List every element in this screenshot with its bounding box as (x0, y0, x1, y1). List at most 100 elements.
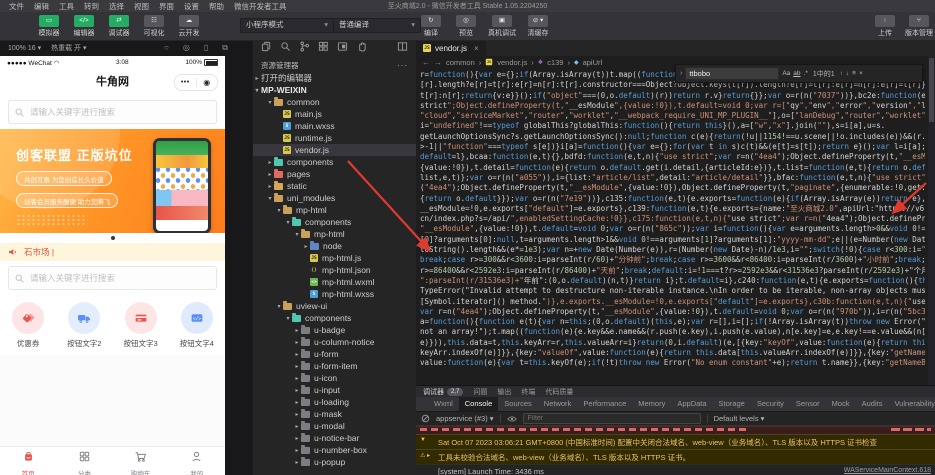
quick-action-4[interactable]: </> 按钮文字4 (169, 302, 225, 349)
next-match-icon[interactable]: ↓ (846, 70, 849, 77)
find-expand-icon[interactable]: › (680, 70, 682, 77)
tree-item-u-number-box[interactable]: ▸ u-number-box (253, 444, 416, 456)
toolbar-button-版本管理[interactable]: ⑂ 版本管理 (905, 13, 933, 38)
tree-item-static[interactable]: ▸ static (253, 180, 416, 192)
devtools-tab-sensor[interactable]: Sensor (790, 397, 826, 411)
project-root[interactable]: ▾ MP-WEIXIN (253, 84, 416, 96)
tree-item-main.wxss[interactable]: Smain.wxss (253, 120, 416, 132)
toolbar-button-可视化[interactable]: ☷ 可视化 (141, 13, 167, 38)
branch-icon[interactable] (299, 40, 310, 57)
console-row[interactable]: ▼ Sat Oct 07 2023 03:06:21 GMT+0800 (中国标准… (416, 434, 935, 449)
console-row[interactable]: ⚠ ▸ 工具未校验合法域名、web-view（业务域名）、TLS 版本以及 HTT… (416, 449, 935, 464)
panel-tab-输出[interactable]: 输出 (497, 387, 511, 397)
console-row[interactable]: [system] Launch Time: 3436 ms WAServiceMa… (416, 464, 935, 475)
mode-select[interactable]: 小程序模式 ▾ (240, 18, 334, 33)
panel-tab-代码质量[interactable]: 代码质量 (545, 387, 573, 397)
quick-action-coupon[interactable]: 优惠券 (0, 302, 56, 349)
log-levels-select[interactable]: Default levels ▾ (714, 414, 765, 423)
breadcrumb-property[interactable]: apiUrl (583, 58, 603, 67)
toolbar-button-调试器[interactable]: ⇄ 调试器 (106, 13, 132, 38)
console-row[interactable] (416, 426, 935, 434)
promo-banner[interactable]: 创客联盟 正版坑位 共创互惠 为您创造长久价值 创客会员服务酬谢 助力您腾飞 (0, 129, 225, 233)
sim-hot-reload-select[interactable]: 热重载 开 ▾ (51, 43, 86, 53)
editor-scrollbar[interactable] (928, 56, 935, 385)
search-input[interactable]: 请输入关键字进行搜索 (8, 100, 217, 124)
devtools-tab-console[interactable]: Console (458, 397, 499, 411)
menu-item-选择[interactable]: 选择 (104, 1, 129, 12)
tree-item-u-column-notice[interactable]: ▸ u-column-notice (253, 336, 416, 348)
toolbar-button-预览[interactable]: ◎ 预览 (453, 13, 479, 38)
tab-profile[interactable]: 我的 (169, 447, 225, 475)
files-icon[interactable] (261, 40, 272, 57)
menu-item-设置[interactable]: 设置 (179, 1, 204, 12)
tree-item-main.js[interactable]: JS main.js (253, 108, 416, 120)
menu-item-界面[interactable]: 界面 (154, 1, 179, 12)
simulator-tool-icon[interactable]: ▯ (204, 43, 208, 53)
find-in-selection-icon[interactable]: ≡ (852, 70, 856, 77)
simulator-tool-icon[interactable]: ○ (164, 43, 169, 53)
sim-zoom-select[interactable]: 100% 16 ▾ (8, 44, 41, 52)
grid-icon[interactable] (318, 40, 329, 57)
close-icon[interactable]: × (474, 44, 479, 53)
prev-match-icon[interactable]: ↑ (840, 70, 843, 77)
split-editor-icon[interactable] (397, 40, 408, 57)
menu-item-文件[interactable]: 文件 (4, 1, 29, 12)
toolbar-button-云开发[interactable]: ☁ 云开发 (176, 13, 202, 38)
tree-item-mp-html.js[interactable]: JS mp-html.js (253, 252, 416, 264)
tree-item-u-icon[interactable]: ▸ u-icon (253, 372, 416, 384)
menu-item-工具[interactable]: 工具 (54, 1, 79, 12)
tree-item-u-modal[interactable]: ▸ u-modal (253, 420, 416, 432)
forward-icon[interactable]: → (434, 58, 442, 67)
breadcrumb-file[interactable]: vendor.js (497, 58, 527, 67)
tree-item-node[interactable]: ▸ node (253, 240, 416, 252)
search-input-2[interactable]: 请输入关键字进行搜索 (8, 266, 217, 290)
devtools-tab-sources[interactable]: Sources (498, 397, 538, 411)
tree-item-u-input[interactable]: ▸ u-input (253, 384, 416, 396)
whole-word-icon[interactable]: ab (793, 70, 800, 77)
compile-select[interactable]: 普通编译 ▾ (333, 18, 421, 33)
close-icon[interactable]: × (859, 70, 863, 77)
tree-item-u-form[interactable]: ▸ u-form (253, 348, 416, 360)
toolbar-button-编译[interactable]: ↻ 编译 (418, 13, 444, 38)
console-filter-input[interactable] (522, 413, 701, 424)
tree-item-components[interactable]: ▾ components (253, 312, 416, 324)
open-editors-section[interactable]: ▸ 打开的编辑器 (253, 72, 416, 84)
tree-item-uview-ui[interactable]: ▾ uview-ui (253, 300, 416, 312)
panel-tab-问题[interactable]: 问题 (473, 387, 487, 397)
tree-item-runtime.js[interactable]: JS runtime.js (253, 132, 416, 144)
quick-action-3[interactable]: 按钮文字3 (113, 302, 169, 349)
breadcrumb-symbol[interactable]: c139 (547, 58, 563, 67)
clear-console-icon[interactable] (421, 414, 430, 423)
menu-item-转到[interactable]: 转到 (79, 1, 104, 12)
toolbar-button-真机调试[interactable]: ▣ 真机调试 (488, 13, 516, 38)
tree-item-u-loading[interactable]: ▸ u-loading (253, 396, 416, 408)
tree-item-pages[interactable]: ▸ pages (253, 168, 416, 180)
preview-icon[interactable] (337, 40, 348, 57)
tree-item-mp-html[interactable]: ▾ mp-html (253, 228, 416, 240)
devtools-tab-memory[interactable]: Memory (632, 397, 671, 411)
back-icon[interactable]: ← (422, 58, 430, 67)
tab-category[interactable]: 分类 (56, 447, 112, 475)
find-input[interactable] (685, 67, 780, 80)
tree-item-common[interactable]: ▾ common (253, 96, 416, 108)
devtools-tab-storage[interactable]: Storage (713, 397, 751, 411)
devtools-tab-performance[interactable]: Performance (577, 397, 632, 411)
console-context-select[interactable]: appservice (#3) ▾ (436, 414, 494, 423)
wechat-capsule[interactable]: ••• ◉ (174, 74, 218, 91)
toolbar-button-上传[interactable]: ↑ 上传 (872, 13, 898, 38)
tree-item-mp-html.wxss[interactable]: Smp-html.wxss (253, 288, 416, 300)
panel-tab-终端[interactable]: 终端 (521, 387, 535, 397)
hand-icon[interactable] (356, 40, 367, 57)
devtools-tab-audits[interactable]: Audits (856, 397, 889, 411)
code-content[interactable]: r=function(){var e={};if(Array.isArray(t… (420, 70, 925, 385)
simulator-tool-icon[interactable]: ◎ (183, 43, 190, 53)
warning-icon[interactable]: ⚠ ▸ (420, 452, 434, 459)
devtools-tab-appdata[interactable]: AppData (671, 397, 712, 411)
search-icon[interactable] (280, 40, 291, 57)
tab-cart[interactable]: 购物车 (113, 447, 169, 475)
devtools-tab-vulnerability[interactable]: Vulnerability (888, 397, 935, 411)
console-source-link[interactable]: WAServiceMainContext.618 (844, 467, 931, 474)
devtools-tab-mock[interactable]: Mock (826, 397, 856, 411)
devtools-tab-wxml[interactable]: Wxml (428, 397, 459, 411)
quick-action-2[interactable]: 按钮文字2 (56, 302, 112, 349)
